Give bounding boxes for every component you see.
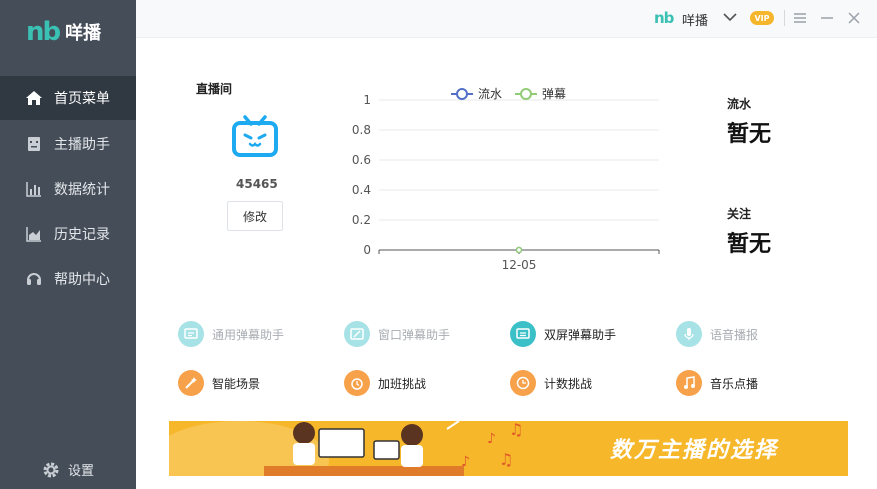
follow-value: 暂无 <box>727 232 772 257</box>
tool-label: 通用弹幕助手 <box>212 327 285 342</box>
chart-point <box>515 246 523 254</box>
robot-icon <box>24 134 44 154</box>
sidebar-item-home[interactable]: 首页菜单 <box>0 76 136 120</box>
home-icon <box>24 88 44 108</box>
settings-label: 设置 <box>68 464 95 479</box>
logo-mark: nb <box>26 17 61 47</box>
banner-text: 数万主播的选择 <box>609 438 778 463</box>
user-name[interactable]: 咩播 <box>682 10 708 29</box>
close-icon[interactable] <box>845 9 863 27</box>
tool-count-challenge[interactable]: 计数挑战 <box>510 369 592 397</box>
sidebar-item-history[interactable]: 历史记录 <box>0 212 136 256</box>
tool-window-danmaku[interactable]: 窗口弹幕助手 <box>344 320 450 348</box>
alarm-clock-icon <box>344 370 370 396</box>
svg-text:♫: ♫ <box>509 421 523 439</box>
svg-text:♪: ♪ <box>487 431 496 447</box>
dual-screen-icon <box>510 321 536 347</box>
legend-label: 流水 <box>478 87 502 101</box>
area-chart-icon <box>24 224 44 244</box>
follow-label: 关注 <box>727 207 752 221</box>
menu-icon[interactable] <box>791 9 809 27</box>
chart-y-tick-label: 0.6 <box>352 153 371 167</box>
tool-label: 计数挑战 <box>544 376 593 391</box>
edit-window-icon <box>344 321 370 347</box>
sidebar-item-label: 数据统计 <box>54 182 110 198</box>
tool-label: 音乐点播 <box>710 376 759 391</box>
chart-x-tick-label: 12-05 <box>502 258 537 272</box>
svg-text:♪: ♪ <box>461 454 470 470</box>
magic-wand-icon <box>178 370 204 396</box>
tool-label: 窗口弹幕助手 <box>378 327 451 342</box>
edit-button[interactable]: 修改 <box>227 201 283 231</box>
tool-smart-scene[interactable]: 智能场景 <box>178 369 260 397</box>
main-panel: 直播间 45465 修改 1 0.8 0.6 0.4 0.2 0 12-05 流水 弹幕 流水 … <box>136 38 877 489</box>
chart-y-tick-label: 0.2 <box>352 213 371 227</box>
sidebar-item-label: 主播助手 <box>54 137 110 153</box>
vip-badge[interactable]: VIP <box>750 11 774 25</box>
tool-dual-screen-danmaku[interactable]: 双屏弹幕助手 <box>510 320 616 348</box>
sidebar: nb 咩播 首页菜单 主播助手 数据统计 历史记录 帮助中心 设置 <box>0 0 136 489</box>
sidebar-item-assistant[interactable]: 主播助手 <box>0 122 136 166</box>
titlebar-logo: nb <box>654 9 674 27</box>
tool-label: 语音播报 <box>710 327 759 342</box>
chevron-down-icon[interactable] <box>723 11 737 26</box>
bar-chart-icon <box>24 179 44 199</box>
room-id: 45465 <box>236 177 278 191</box>
svg-text:♫: ♫ <box>499 450 513 469</box>
microphone-icon <box>676 321 702 347</box>
counter-icon <box>510 370 536 396</box>
chat-icon <box>178 321 204 347</box>
sidebar-item-label: 首页菜单 <box>54 91 110 107</box>
chart-y-tick-label: 0.8 <box>352 123 371 137</box>
tool-label: 智能场景 <box>212 376 261 391</box>
tool-overtime-challenge[interactable]: 加班挑战 <box>344 369 426 397</box>
flow-label: 流水 <box>727 97 752 111</box>
tool-label: 双屏弹幕助手 <box>544 327 617 342</box>
tool-music-request[interactable]: 音乐点播 <box>676 369 758 397</box>
promo-banner[interactable]: ♪ ♫ ♪ ♫ 数万主播的选择 <box>169 421 848 476</box>
legend-label: 弹幕 <box>542 87 566 101</box>
tool-voice-broadcast[interactable]: 语音播报 <box>676 320 758 348</box>
chart-y-tick-label: 0.4 <box>352 183 371 197</box>
headset-icon <box>24 269 44 289</box>
legend-marker <box>520 88 532 100</box>
tool-general-danmaku[interactable]: 通用弹幕助手 <box>178 320 284 348</box>
title-bar: nb 咩播 VIP <box>136 0 877 38</box>
app-logo: nb 咩播 <box>26 14 101 50</box>
sidebar-item-label: 历史记录 <box>54 227 110 243</box>
gear-icon <box>42 461 60 479</box>
chart-y-tick-label: 0 <box>363 243 371 257</box>
minimize-icon[interactable] <box>818 9 836 27</box>
sidebar-item-label: 帮助中心 <box>54 272 110 288</box>
live-room-title: 直播间 <box>196 82 233 96</box>
sidebar-item-statistics[interactable]: 数据统计 <box>0 167 136 211</box>
music-note-icon <box>676 370 702 396</box>
chart-y-tick-label: 1 <box>363 93 371 107</box>
app-name: 咩播 <box>65 23 102 44</box>
flow-value: 暂无 <box>727 122 772 147</box>
tv-icon <box>231 113 279 165</box>
stats-chart: 1 0.8 0.6 0.4 0.2 0 12-05 流水 弹幕 <box>352 87 660 272</box>
divider <box>784 10 785 26</box>
legend-marker <box>456 88 468 100</box>
tool-label: 加班挑战 <box>378 376 427 391</box>
settings-button[interactable]: 设置 <box>42 460 94 479</box>
sidebar-item-help[interactable]: 帮助中心 <box>0 257 136 301</box>
